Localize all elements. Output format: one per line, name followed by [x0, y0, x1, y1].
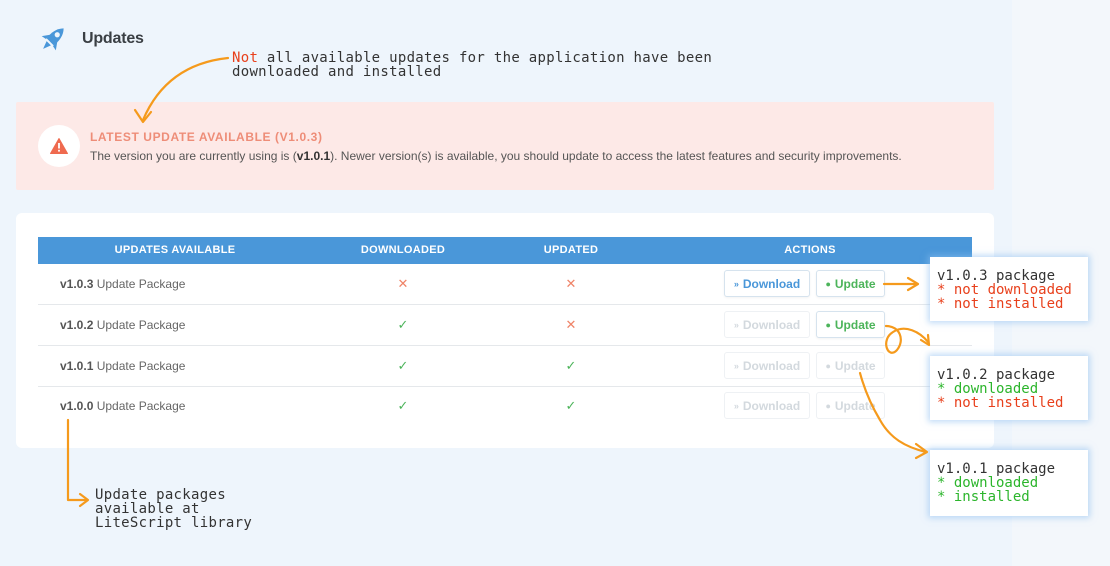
header-downloaded: DOWNLOADED — [360, 244, 446, 256]
download-label: Download — [742, 358, 801, 373]
chevron-down-icon: » — [733, 360, 739, 371]
updates-card: UPDATES AVAILABLE DOWNLOADED UPDATED ACT… — [16, 213, 994, 448]
header-actions: ACTIONS — [784, 244, 836, 256]
callout-line: * downloaded — [937, 381, 1039, 397]
circle-arrow-icon: ● — [825, 319, 831, 330]
chevron-down-icon: » — [733, 278, 739, 289]
annotation-bottom-note: Update packages available at LiteScript … — [95, 488, 252, 530]
package-version: v1.0.2 — [60, 318, 94, 332]
download-label: Download — [742, 317, 801, 332]
table-row: v1.0.0 Update Package ✓ ✓ » Download ● Upd… — [38, 386, 972, 427]
update-label: Update — [834, 398, 876, 413]
package-name: v1.0.1 Update Package — [60, 346, 185, 386]
download-button[interactable]: » Download — [724, 311, 810, 338]
package-label: Update Package — [96, 359, 186, 373]
circle-arrow-icon: ● — [825, 360, 831, 371]
callout-v101: v1.0.1 package * downloaded * installed — [930, 450, 1088, 516]
updated-status-cross-icon: ✕ — [565, 317, 577, 332]
callout-line: * not installed — [937, 395, 1064, 411]
download-button[interactable]: » Download — [724, 270, 810, 297]
table-row: v1.0.3 Update Package ✕ ✕ » Download ● Upd… — [38, 264, 972, 305]
download-label: Download — [742, 398, 801, 413]
callout-title: v1.0.1 package — [937, 461, 1056, 477]
update-button[interactable]: ● Update — [816, 270, 885, 297]
current-version: v1.0.1 — [296, 149, 331, 163]
header-updated: UPDATED — [543, 244, 599, 256]
download-button[interactable]: » Download — [724, 352, 810, 379]
rocket-icon — [41, 28, 64, 51]
chevron-down-icon: » — [733, 319, 739, 330]
circle-arrow-icon: ● — [825, 278, 831, 289]
updated-status-cross-icon: ✕ — [565, 276, 577, 291]
circle-arrow-icon: ● — [825, 400, 831, 411]
update-label: Update — [834, 358, 876, 373]
callout-title: v1.0.2 package — [937, 367, 1056, 383]
package-name: v1.0.3 Update Package — [60, 264, 185, 304]
alert-desc-suffix: ). Newer version(s) is available, you sh… — [330, 149, 902, 163]
update-button[interactable]: ● Update — [816, 311, 885, 338]
downloaded-status-check-icon: ✓ — [397, 398, 409, 413]
alert-title: LATEST UPDATE AVAILABLE (V1.0.3) — [90, 130, 323, 144]
package-label: Update Package — [96, 277, 186, 291]
package-label: Update Package — [96, 399, 186, 413]
callout-title: v1.0.3 package — [937, 268, 1056, 284]
package-version: v1.0.0 — [60, 399, 94, 413]
annotation-top-note: Not all available updates for the applic… — [232, 51, 712, 79]
update-label: Update — [834, 276, 876, 291]
update-alert: LATEST UPDATE AVAILABLE (V1.0.3) The ver… — [16, 102, 994, 190]
update-label: Update — [834, 317, 876, 332]
update-button[interactable]: ● Update — [816, 392, 885, 419]
download-label: Download — [742, 276, 801, 291]
download-button[interactable]: » Download — [724, 392, 810, 419]
callout-line: * installed — [937, 489, 1030, 505]
update-button[interactable]: ● Update — [816, 352, 885, 379]
callout-line: * downloaded — [937, 475, 1039, 491]
package-name: v1.0.2 Update Package — [60, 305, 185, 345]
callout-line: * not downloaded — [937, 282, 1072, 298]
package-version: v1.0.3 — [60, 277, 94, 291]
callout-v102: v1.0.2 package * downloaded * not instal… — [930, 356, 1088, 420]
table-row: v1.0.1 Update Package ✓ ✓ » Download ● Upd… — [38, 346, 972, 387]
downloaded-status-check-icon: ✓ — [397, 358, 409, 373]
updated-status-check-icon: ✓ — [565, 358, 577, 373]
table-header: UPDATES AVAILABLE DOWNLOADED UPDATED ACT… — [38, 237, 972, 264]
updated-status-check-icon: ✓ — [565, 398, 577, 413]
bottom-note-line2: available at — [95, 501, 200, 517]
chevron-down-icon: » — [733, 400, 739, 411]
package-label: Update Package — [96, 318, 186, 332]
page-title: Updates — [82, 30, 144, 47]
package-version: v1.0.1 — [60, 359, 94, 373]
callout-v103: v1.0.3 package * not downloaded * not in… — [930, 257, 1088, 321]
warning-triangle-icon — [50, 138, 68, 154]
bottom-note-line3: LiteScript library — [95, 515, 253, 531]
alert-icon-circle — [38, 125, 80, 167]
alert-desc-prefix: The version you are currently using is ( — [90, 149, 297, 163]
table-row: v1.0.2 Update Package ✓ ✕ » Download ● Upd… — [38, 305, 972, 346]
downloaded-status-cross-icon: ✕ — [397, 276, 409, 291]
bottom-note-line1: Update packages — [95, 487, 226, 503]
arrow-head — [78, 492, 90, 508]
annotation-line2: downloaded and installed — [232, 64, 442, 80]
header-updates-available: UPDATES AVAILABLE — [114, 244, 236, 256]
alert-description: The version you are currently using is (… — [90, 149, 902, 163]
callout-line: * not installed — [937, 296, 1064, 312]
page-header: Updates — [36, 22, 144, 56]
downloaded-status-check-icon: ✓ — [397, 317, 409, 332]
package-name: v1.0.0 Update Package — [60, 386, 185, 426]
